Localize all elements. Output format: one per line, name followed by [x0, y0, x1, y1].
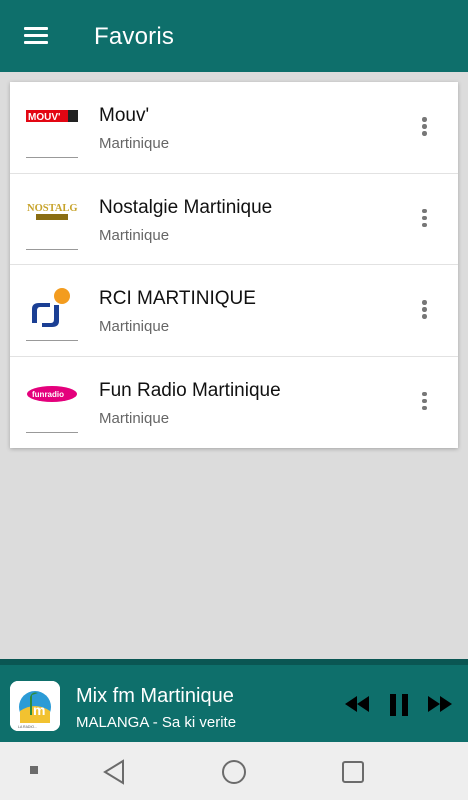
station-logo: funradio — [26, 379, 78, 429]
mini-player[interactable]: m LA RADIO... Mix fm Martinique MALANGA … — [0, 659, 468, 742]
now-playing-station: Mix fm Martinique — [76, 685, 234, 707]
system-navigation-bar — [0, 742, 468, 800]
mouv-logo-icon: MOUV' — [26, 110, 78, 123]
svg-text:m: m — [33, 702, 45, 718]
pause-icon[interactable] — [388, 693, 410, 722]
station-region: Martinique — [99, 409, 170, 427]
funradio-logo-icon: funradio — [27, 385, 77, 402]
list-item[interactable]: NOSTALGIE Nostalgie Martinique Martiniqu… — [10, 174, 458, 265]
station-logo: NOSTALGIE — [26, 196, 78, 246]
hamburger-menu-icon[interactable] — [22, 24, 50, 46]
rci-logo-icon — [32, 288, 70, 327]
page-title: Favoris — [94, 23, 175, 50]
logo-underline — [26, 340, 78, 341]
svg-text:funradio: funradio — [32, 390, 64, 399]
recents-dot-icon[interactable] — [30, 766, 38, 774]
more-options-icon[interactable] — [414, 298, 434, 322]
rewind-icon[interactable] — [344, 695, 370, 718]
more-options-icon[interactable] — [414, 207, 434, 231]
logo-underline — [26, 431, 78, 433]
list-item[interactable]: MOUV' Mouv' Martinique — [10, 82, 458, 174]
now-playing-track: MALANGA - Sa ki verite — [76, 714, 237, 731]
favorites-list: MOUV' Mouv' Martinique NOSTALGIE Nostalg… — [10, 82, 458, 448]
list-item[interactable]: RCI MARTINIQUE Martinique — [10, 265, 458, 357]
now-playing-logo: m LA RADIO... — [10, 681, 60, 731]
nostalgie-logo-icon: NOSTALGIE — [27, 203, 78, 220]
svg-text:NOSTALGIE: NOSTALGIE — [27, 203, 78, 214]
mixfm-logo-icon: m LA RADIO... — [10, 681, 60, 731]
list-item[interactable]: funradio Fun Radio Martinique Martinique — [10, 357, 458, 449]
svg-text:LA RADIO...: LA RADIO... — [18, 725, 37, 729]
fast-forward-icon[interactable] — [427, 695, 453, 718]
station-name: RCI MARTINIQUE — [99, 288, 256, 309]
station-name: Fun Radio Martinique — [99, 379, 281, 401]
more-options-icon[interactable] — [414, 115, 434, 139]
logo-underline — [26, 248, 78, 250]
station-name: Mouv' — [99, 105, 150, 126]
logo-underline — [26, 157, 78, 158]
station-logo — [26, 287, 78, 337]
home-icon[interactable] — [221, 759, 247, 790]
station-logo: MOUV' — [26, 104, 78, 154]
station-region: Martinique — [99, 226, 170, 244]
overview-icon[interactable] — [341, 760, 365, 789]
app-bar: Favoris — [0, 0, 468, 72]
station-name: Nostalgie Martinique — [99, 196, 273, 218]
station-region: Martinique — [99, 135, 170, 152]
back-icon[interactable] — [102, 759, 126, 790]
more-options-icon[interactable] — [414, 390, 434, 414]
station-region: Martinique — [99, 318, 170, 335]
svg-text:MOUV': MOUV' — [28, 112, 60, 123]
